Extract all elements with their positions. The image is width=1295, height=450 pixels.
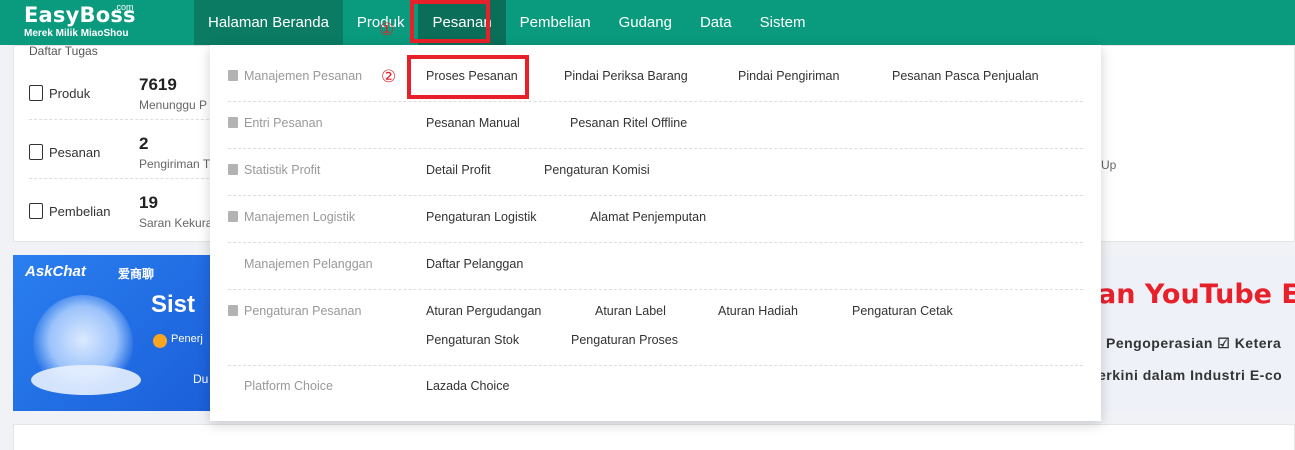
- menu-item-pengaturan-cetak[interactable]: Pengaturan Cetak: [852, 304, 953, 318]
- banner-line: Penerj: [171, 333, 203, 345]
- top-nav-bar: EasyBoss .com Merek Milik MiaoShou Halam…: [0, 0, 1295, 45]
- menu-item-pengaturan-stok[interactable]: Pengaturan Stok: [426, 333, 519, 347]
- menu-item-pengaturan-logistik[interactable]: Pengaturan Logistik: [426, 210, 537, 224]
- menu-item-aturan-pergudangan[interactable]: Aturan Pergudangan: [426, 304, 541, 318]
- easyboss-logo[interactable]: EasyBoss .com Merek Milik MiaoShou: [24, 2, 136, 40]
- divider: [228, 242, 1083, 243]
- banner-title: an YouTube E: [1098, 279, 1295, 310]
- menu-item-pindai-periksa-barang[interactable]: Pindai Periksa Barang: [564, 69, 688, 83]
- clipboard-icon: [228, 70, 238, 81]
- stat-label: Pembelian: [49, 204, 111, 219]
- bottom-panel: [13, 424, 1295, 450]
- clipboard-icon: [29, 144, 43, 160]
- edit-icon: [228, 117, 238, 128]
- divider: [228, 101, 1083, 102]
- menu-item-lazada-choice[interactable]: Lazada Choice: [426, 379, 509, 393]
- settings-icon: [228, 305, 238, 316]
- banner-line: erkini dalam Industri E-co: [1098, 367, 1283, 383]
- stat-label: Pesanan: [49, 145, 101, 160]
- category-label: Manajemen Logistik: [244, 210, 356, 224]
- document-icon: [29, 85, 43, 101]
- category-statistik-profit: Statistik Profit: [228, 163, 418, 177]
- panel-title: Daftar Tugas: [29, 44, 98, 58]
- category-manajemen-pelanggan: Manajemen Pelanggan: [228, 257, 418, 271]
- nav-sistem[interactable]: Sistem: [746, 0, 820, 45]
- stat-caption: Menunggu P: [139, 98, 208, 112]
- main-nav: Halaman Beranda Produk Pesanan Pembelian…: [194, 0, 819, 45]
- stat-row-produk[interactable]: Produk 7619 Menunggu P: [29, 62, 219, 120]
- nav-home[interactable]: Halaman Beranda: [194, 0, 343, 45]
- stat-label: Produk: [49, 86, 91, 101]
- nav-gudang[interactable]: Gudang: [605, 0, 686, 45]
- check-icon: [153, 334, 167, 348]
- highlight-box-pesanan: [410, 0, 490, 43]
- menu-item-pindai-pengiriman[interactable]: Pindai Pengiriman: [738, 69, 839, 83]
- askchat-cn-logo: 爱商聊: [118, 267, 155, 281]
- menu-item-detail-profit[interactable]: Detail Profit: [426, 163, 491, 177]
- category-label: Manajemen Pesanan: [244, 69, 363, 83]
- highlight-box-proses-pesanan: [407, 55, 529, 99]
- stat-value: 2: [139, 134, 149, 153]
- menu-item-alamat-penjemputan[interactable]: Alamat Penjemputan: [590, 210, 706, 224]
- nav-data[interactable]: Data: [686, 0, 746, 45]
- pedestal-illustration: [31, 365, 141, 395]
- logo-subtitle: Merek Milik MiaoShou: [24, 28, 129, 39]
- divider: [228, 148, 1083, 149]
- category-label: Statistik Profit: [244, 163, 321, 177]
- stat-value: 19: [139, 193, 158, 212]
- pesanan-dropdown-menu: Manajemen Pesanan Proses Pesanan Pindai …: [210, 45, 1101, 421]
- stat-caption: Saran Kekura: [139, 216, 213, 230]
- askchat-logo: AskChat: [25, 263, 86, 280]
- divider: [228, 289, 1083, 290]
- menu-item-aturan-hadiah[interactable]: Aturan Hadiah: [718, 304, 798, 318]
- stat-row-pesanan[interactable]: Pesanan 2 Pengiriman T: [29, 121, 219, 179]
- category-entri-pesanan: Entri Pesanan: [228, 116, 418, 130]
- youtube-banner[interactable]: an YouTube E Pengoperasian ☑ Ketera erki…: [1098, 255, 1295, 411]
- menu-item-pengaturan-komisi[interactable]: Pengaturan Komisi: [544, 163, 650, 177]
- category-label: Platform Choice: [244, 379, 333, 393]
- logo-com: .com: [114, 2, 134, 12]
- menu-item-daftar-pelanggan[interactable]: Daftar Pelanggan: [426, 257, 523, 271]
- banner-title: Sist: [151, 291, 196, 318]
- category-platform-choice: Platform Choice: [228, 379, 418, 393]
- menu-item-pengaturan-proses[interactable]: Pengaturan Proses: [571, 333, 678, 347]
- menu-item-aturan-label[interactable]: Aturan Label: [595, 304, 666, 318]
- menu-item-pesanan-ritel-offline[interactable]: Pesanan Ritel Offline: [570, 116, 687, 130]
- category-manajemen-logistik: Manajemen Logistik: [228, 210, 418, 224]
- divider: [228, 195, 1083, 196]
- category-label: Pengaturan Pesanan: [244, 304, 362, 318]
- category-label: Manajemen Pelanggan: [244, 257, 373, 271]
- step-marker-1: ①: [379, 20, 395, 39]
- category-label: Entri Pesanan: [244, 116, 323, 130]
- nav-pembelian[interactable]: Pembelian: [506, 0, 605, 45]
- up-text: Up: [1101, 158, 1117, 172]
- truck-icon: [228, 211, 238, 222]
- step-marker-2: ②: [381, 67, 397, 86]
- stat-value: 7619: [139, 75, 177, 94]
- menu-item-pesanan-pasca-penjualan[interactable]: Pesanan Pasca Penjualan: [892, 69, 1039, 83]
- divider: [228, 365, 1083, 366]
- stat-caption: Pengiriman T: [139, 157, 211, 171]
- chart-icon: [228, 164, 238, 175]
- banner-line: Pengoperasian ☑ Ketera: [1106, 335, 1282, 351]
- receipt-icon: [29, 203, 43, 219]
- menu-item-pesanan-manual[interactable]: Pesanan Manual: [426, 116, 520, 130]
- askchat-banner[interactable]: AskChat 爱商聊 Sist Penerj Du: [13, 255, 213, 411]
- stat-row-pembelian[interactable]: Pembelian 19 Saran Kekura: [29, 180, 219, 238]
- category-pengaturan-pesanan: Pengaturan Pesanan: [228, 304, 418, 318]
- banner-line2: Du: [193, 372, 209, 386]
